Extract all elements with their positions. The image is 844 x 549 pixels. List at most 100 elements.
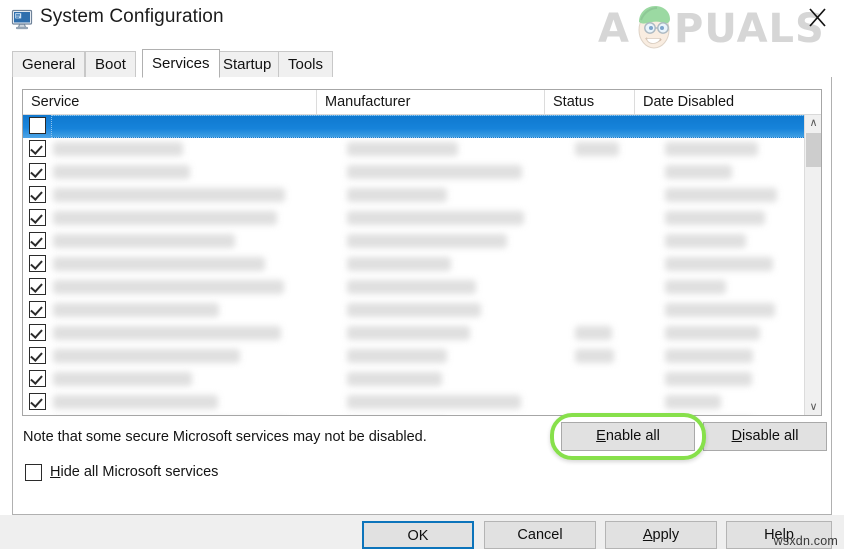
- redacted-cell-text: [665, 326, 760, 340]
- table-row[interactable]: [23, 299, 805, 322]
- service-enabled-checkbox[interactable]: [29, 117, 46, 134]
- redacted-cell-text: [665, 234, 746, 248]
- redacted-cell-text: [665, 303, 775, 317]
- site-watermark: wsxdn.com: [773, 534, 838, 548]
- vertical-scrollbar[interactable]: ∧ ∨: [804, 115, 821, 415]
- redacted-cell-text: [53, 142, 183, 156]
- redacted-cell-text: [53, 165, 190, 179]
- redacted-cell-text: [53, 280, 284, 294]
- redacted-cell-text: [347, 188, 447, 202]
- service-enabled-checkbox[interactable]: [29, 370, 46, 387]
- secure-services-note: Note that some secure Microsoft services…: [23, 429, 427, 445]
- redacted-cell-text: [347, 326, 470, 340]
- redacted-cell-text: [53, 211, 277, 225]
- scroll-up-icon[interactable]: ∧: [805, 115, 821, 132]
- window-title: System Configuration: [40, 6, 224, 27]
- redacted-cell-text: [53, 326, 281, 340]
- service-enabled-checkbox[interactable]: [29, 324, 46, 341]
- column-header-service[interactable]: Service: [23, 90, 317, 114]
- redacted-cell-text: [665, 165, 732, 179]
- service-enabled-checkbox[interactable]: [29, 301, 46, 318]
- redacted-cell-text: [347, 165, 522, 179]
- redacted-cell-text: [665, 211, 765, 225]
- redacted-cell-text: [53, 303, 219, 317]
- redacted-cell-text: [575, 142, 619, 156]
- redacted-cell-text: [347, 211, 524, 225]
- disable-all-label: isable all: [742, 428, 799, 444]
- service-enabled-checkbox[interactable]: [29, 393, 46, 410]
- redacted-cell-text: [53, 234, 235, 248]
- redacted-cell-text: [347, 142, 458, 156]
- column-header-date-disabled[interactable]: Date Disabled: [635, 90, 805, 114]
- service-enabled-checkbox[interactable]: [29, 140, 46, 157]
- table-row[interactable]: [23, 161, 805, 184]
- redacted-cell-text: [665, 142, 758, 156]
- cancel-button[interactable]: Cancel: [484, 521, 596, 549]
- redacted-cell-text: [53, 372, 192, 386]
- tab-general[interactable]: General: [12, 51, 86, 77]
- table-row[interactable]: [23, 391, 805, 414]
- table-row[interactable]: [23, 414, 805, 415]
- redacted-cell-text: [347, 395, 521, 409]
- table-row[interactable]: [23, 345, 805, 368]
- redacted-cell-text: [575, 349, 614, 363]
- enable-all-label: nable all: [605, 428, 660, 444]
- table-row[interactable]: [23, 230, 805, 253]
- redacted-cell-text: [665, 349, 753, 363]
- table-row[interactable]: [23, 184, 805, 207]
- apply-label-rest: pply: [652, 527, 680, 543]
- table-row[interactable]: [23, 322, 805, 345]
- hide-label-rest: ide all Microsoft services: [60, 464, 219, 480]
- redacted-cell-text: [347, 372, 442, 386]
- enable-all-button[interactable]: Enable all: [561, 422, 695, 451]
- close-icon[interactable]: [800, 2, 834, 34]
- redacted-cell-text: [53, 257, 265, 271]
- disable-all-button[interactable]: Disable all: [703, 422, 827, 451]
- table-row[interactable]: [23, 276, 805, 299]
- table-row[interactable]: [23, 368, 805, 391]
- hide-mnemonic: H: [50, 464, 61, 480]
- redacted-cell-text: [53, 349, 240, 363]
- system-configuration-window: System Configuration A PUALS General Boo…: [0, 0, 844, 549]
- table-row[interactable]: [23, 253, 805, 276]
- services-list[interactable]: Service Manufacturer Status Date Disable…: [22, 89, 822, 416]
- table-row[interactable]: [23, 115, 805, 138]
- service-enabled-checkbox[interactable]: [29, 186, 46, 203]
- tab-services[interactable]: Services: [142, 49, 220, 78]
- redacted-cell-text: [347, 257, 451, 271]
- tab-boot[interactable]: Boot: [85, 51, 136, 77]
- service-enabled-checkbox[interactable]: [29, 255, 46, 272]
- redacted-cell-text: [665, 188, 777, 202]
- svg-text:A: A: [598, 6, 629, 52]
- title-bar: System Configuration A PUALS: [0, 0, 844, 52]
- disable-all-mnemonic: D: [731, 428, 743, 444]
- redacted-cell-text: [53, 188, 285, 202]
- redacted-cell-text: [575, 326, 612, 340]
- tab-startup[interactable]: Startup: [213, 51, 282, 77]
- service-enabled-checkbox[interactable]: [29, 232, 46, 249]
- hide-microsoft-services-checkbox[interactable]: [25, 464, 42, 481]
- services-list-body[interactable]: [23, 115, 805, 415]
- scrollbar-thumb[interactable]: [806, 133, 821, 167]
- table-row[interactable]: [23, 138, 805, 161]
- tab-strip: General Boot Services Startup Tools: [12, 49, 832, 78]
- service-enabled-checkbox[interactable]: [29, 347, 46, 364]
- service-enabled-checkbox[interactable]: [29, 209, 46, 226]
- redacted-cell-text: [53, 395, 218, 409]
- apply-button[interactable]: Apply: [605, 521, 717, 549]
- hide-microsoft-services-label: Hide all Microsoft services: [50, 462, 218, 483]
- table-row[interactable]: [23, 207, 805, 230]
- redacted-cell-text: [347, 280, 476, 294]
- service-enabled-checkbox[interactable]: [29, 163, 46, 180]
- column-header-manufacturer[interactable]: Manufacturer: [317, 90, 545, 114]
- service-enabled-checkbox[interactable]: [29, 278, 46, 295]
- redacted-cell-text: [665, 280, 726, 294]
- row-selection-highlight: [51, 115, 805, 138]
- redacted-cell-text: [347, 349, 447, 363]
- scroll-down-icon[interactable]: ∨: [805, 399, 821, 415]
- ok-button[interactable]: OK: [362, 521, 474, 549]
- column-header-status[interactable]: Status: [545, 90, 635, 114]
- system-configuration-icon: [11, 9, 33, 30]
- redacted-cell-text: [347, 234, 507, 248]
- tab-tools[interactable]: Tools: [278, 51, 334, 77]
